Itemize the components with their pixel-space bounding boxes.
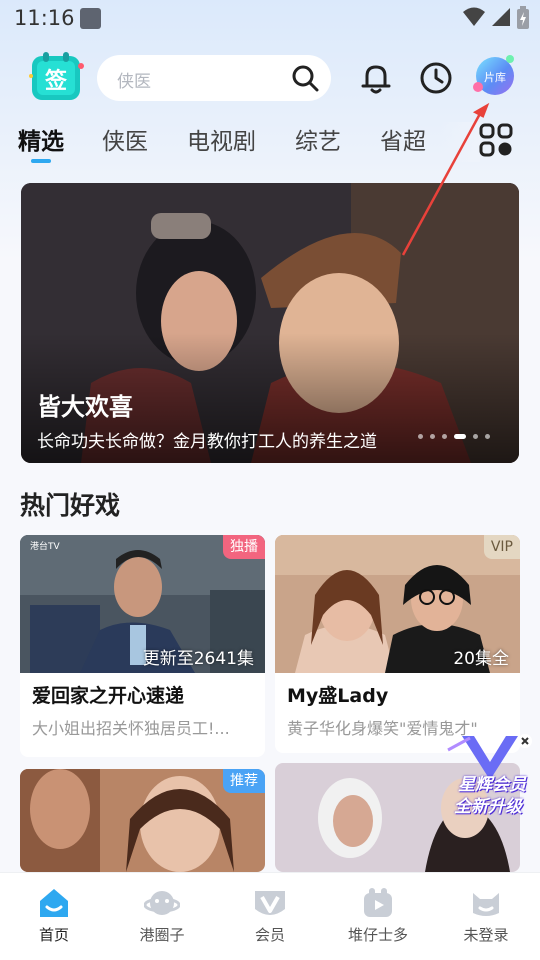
grid-menu-icon[interactable] <box>478 122 514 158</box>
sign-in-icon: 签 <box>29 52 84 100</box>
decor-dot <box>506 55 514 63</box>
vip-promo-line2: 全新升级 <box>454 797 522 817</box>
tab-doctor[interactable]: 侠医 <box>102 122 148 156</box>
tab-tv-series[interactable]: 电视剧 <box>187 122 256 156</box>
show-card[interactable]: VIP 20集全 My盛Lady 黄子华化身爆笑"爱情鬼才" <box>275 535 520 753</box>
active-tab-indicator <box>31 159 51 163</box>
nav-hk-circle-label: 港圈子 <box>139 926 185 944</box>
card-tag: 独播 <box>223 535 265 559</box>
app-notification-icon <box>80 8 101 29</box>
signal-icon <box>492 8 510 26</box>
film-library-button[interactable]: 片库 <box>473 55 514 95</box>
nav-store-label: 堆仔士多 <box>347 926 408 944</box>
tab-featured[interactable]: 精选 <box>18 122 64 156</box>
profile-cat-icon <box>473 893 499 916</box>
nav-store[interactable]: 堆仔士多 <box>324 873 432 960</box>
film-library-label: 片库 <box>484 71 506 84</box>
status-time: 11:16 <box>14 6 75 30</box>
card-tag: VIP <box>483 535 520 559</box>
home-icon <box>40 889 68 917</box>
svg-text:港台TV: 港台TV <box>30 540 60 552</box>
decor-dot <box>473 82 483 92</box>
play-bag-icon <box>364 888 392 917</box>
wifi-icon <box>463 7 485 26</box>
hero-banner[interactable]: 皆大欢喜 长命功夫长命做？金月教你打工人的养生之道 <box>21 183 519 463</box>
battery-icon <box>517 6 529 29</box>
tabs-fade <box>440 122 480 162</box>
nav-login-label: 未登录 <box>463 926 509 944</box>
banner-title: 皆大欢喜 <box>37 393 133 421</box>
close-icon[interactable] <box>518 734 532 748</box>
status-bar: 11:16 <box>0 0 540 36</box>
bottom-navigation: 首页 港圈子 会员 堆仔士多 未登录 <box>0 872 540 960</box>
nav-vip[interactable]: 会员 <box>216 873 324 960</box>
section-title: 热门好戏 <box>20 491 121 520</box>
carousel-dot <box>442 434 447 439</box>
vip-promo-float[interactable]: 星辉会员 全新升级 <box>440 730 540 824</box>
nav-vip-label: 会员 <box>254 926 285 944</box>
card-description: 大小姐出招关怀独居员工!... <box>32 719 230 738</box>
show-card[interactable]: 港台TV 独播 更新至2641集 爱回家之开心速递 大小姐出招关怀独居员工!..… <box>20 535 265 757</box>
search-placeholder: 侠医 <box>117 72 151 92</box>
show-card[interactable]: 推荐 <box>20 769 265 872</box>
nav-login[interactable]: 未登录 <box>432 873 540 960</box>
app-logo[interactable]: 签 <box>28 50 86 104</box>
planet-icon <box>144 891 180 915</box>
nav-home-label: 首页 <box>38 926 69 944</box>
search-input[interactable]: 侠医 <box>97 55 331 101</box>
card-title: 爱回家之开心速递 <box>32 685 185 707</box>
svg-text:签: 签 <box>44 68 68 94</box>
notification-bell-icon[interactable] <box>358 60 394 96</box>
carousel-dot-active <box>454 434 466 439</box>
vip-icon <box>255 891 285 915</box>
card-title: My盛Lady <box>287 685 389 707</box>
category-tabs: 精选 侠医 电视剧 综艺 省超 <box>0 122 540 170</box>
search-icon[interactable] <box>291 64 319 92</box>
card-tag: 推荐 <box>223 769 265 793</box>
carousel-dot <box>430 434 435 439</box>
history-clock-icon[interactable] <box>418 60 454 96</box>
carousel-dot <box>485 434 490 439</box>
tab-variety[interactable]: 综艺 <box>295 122 341 156</box>
nav-home[interactable]: 首页 <box>0 873 108 960</box>
tab-provincial[interactable]: 省超 <box>380 122 426 156</box>
carousel-dot <box>473 434 478 439</box>
nav-hk-circle[interactable]: 港圈子 <box>108 873 216 960</box>
banner-subtitle: 长命功夫长命做？金月教你打工人的养生之道 <box>37 432 377 452</box>
carousel-dot <box>418 434 423 439</box>
